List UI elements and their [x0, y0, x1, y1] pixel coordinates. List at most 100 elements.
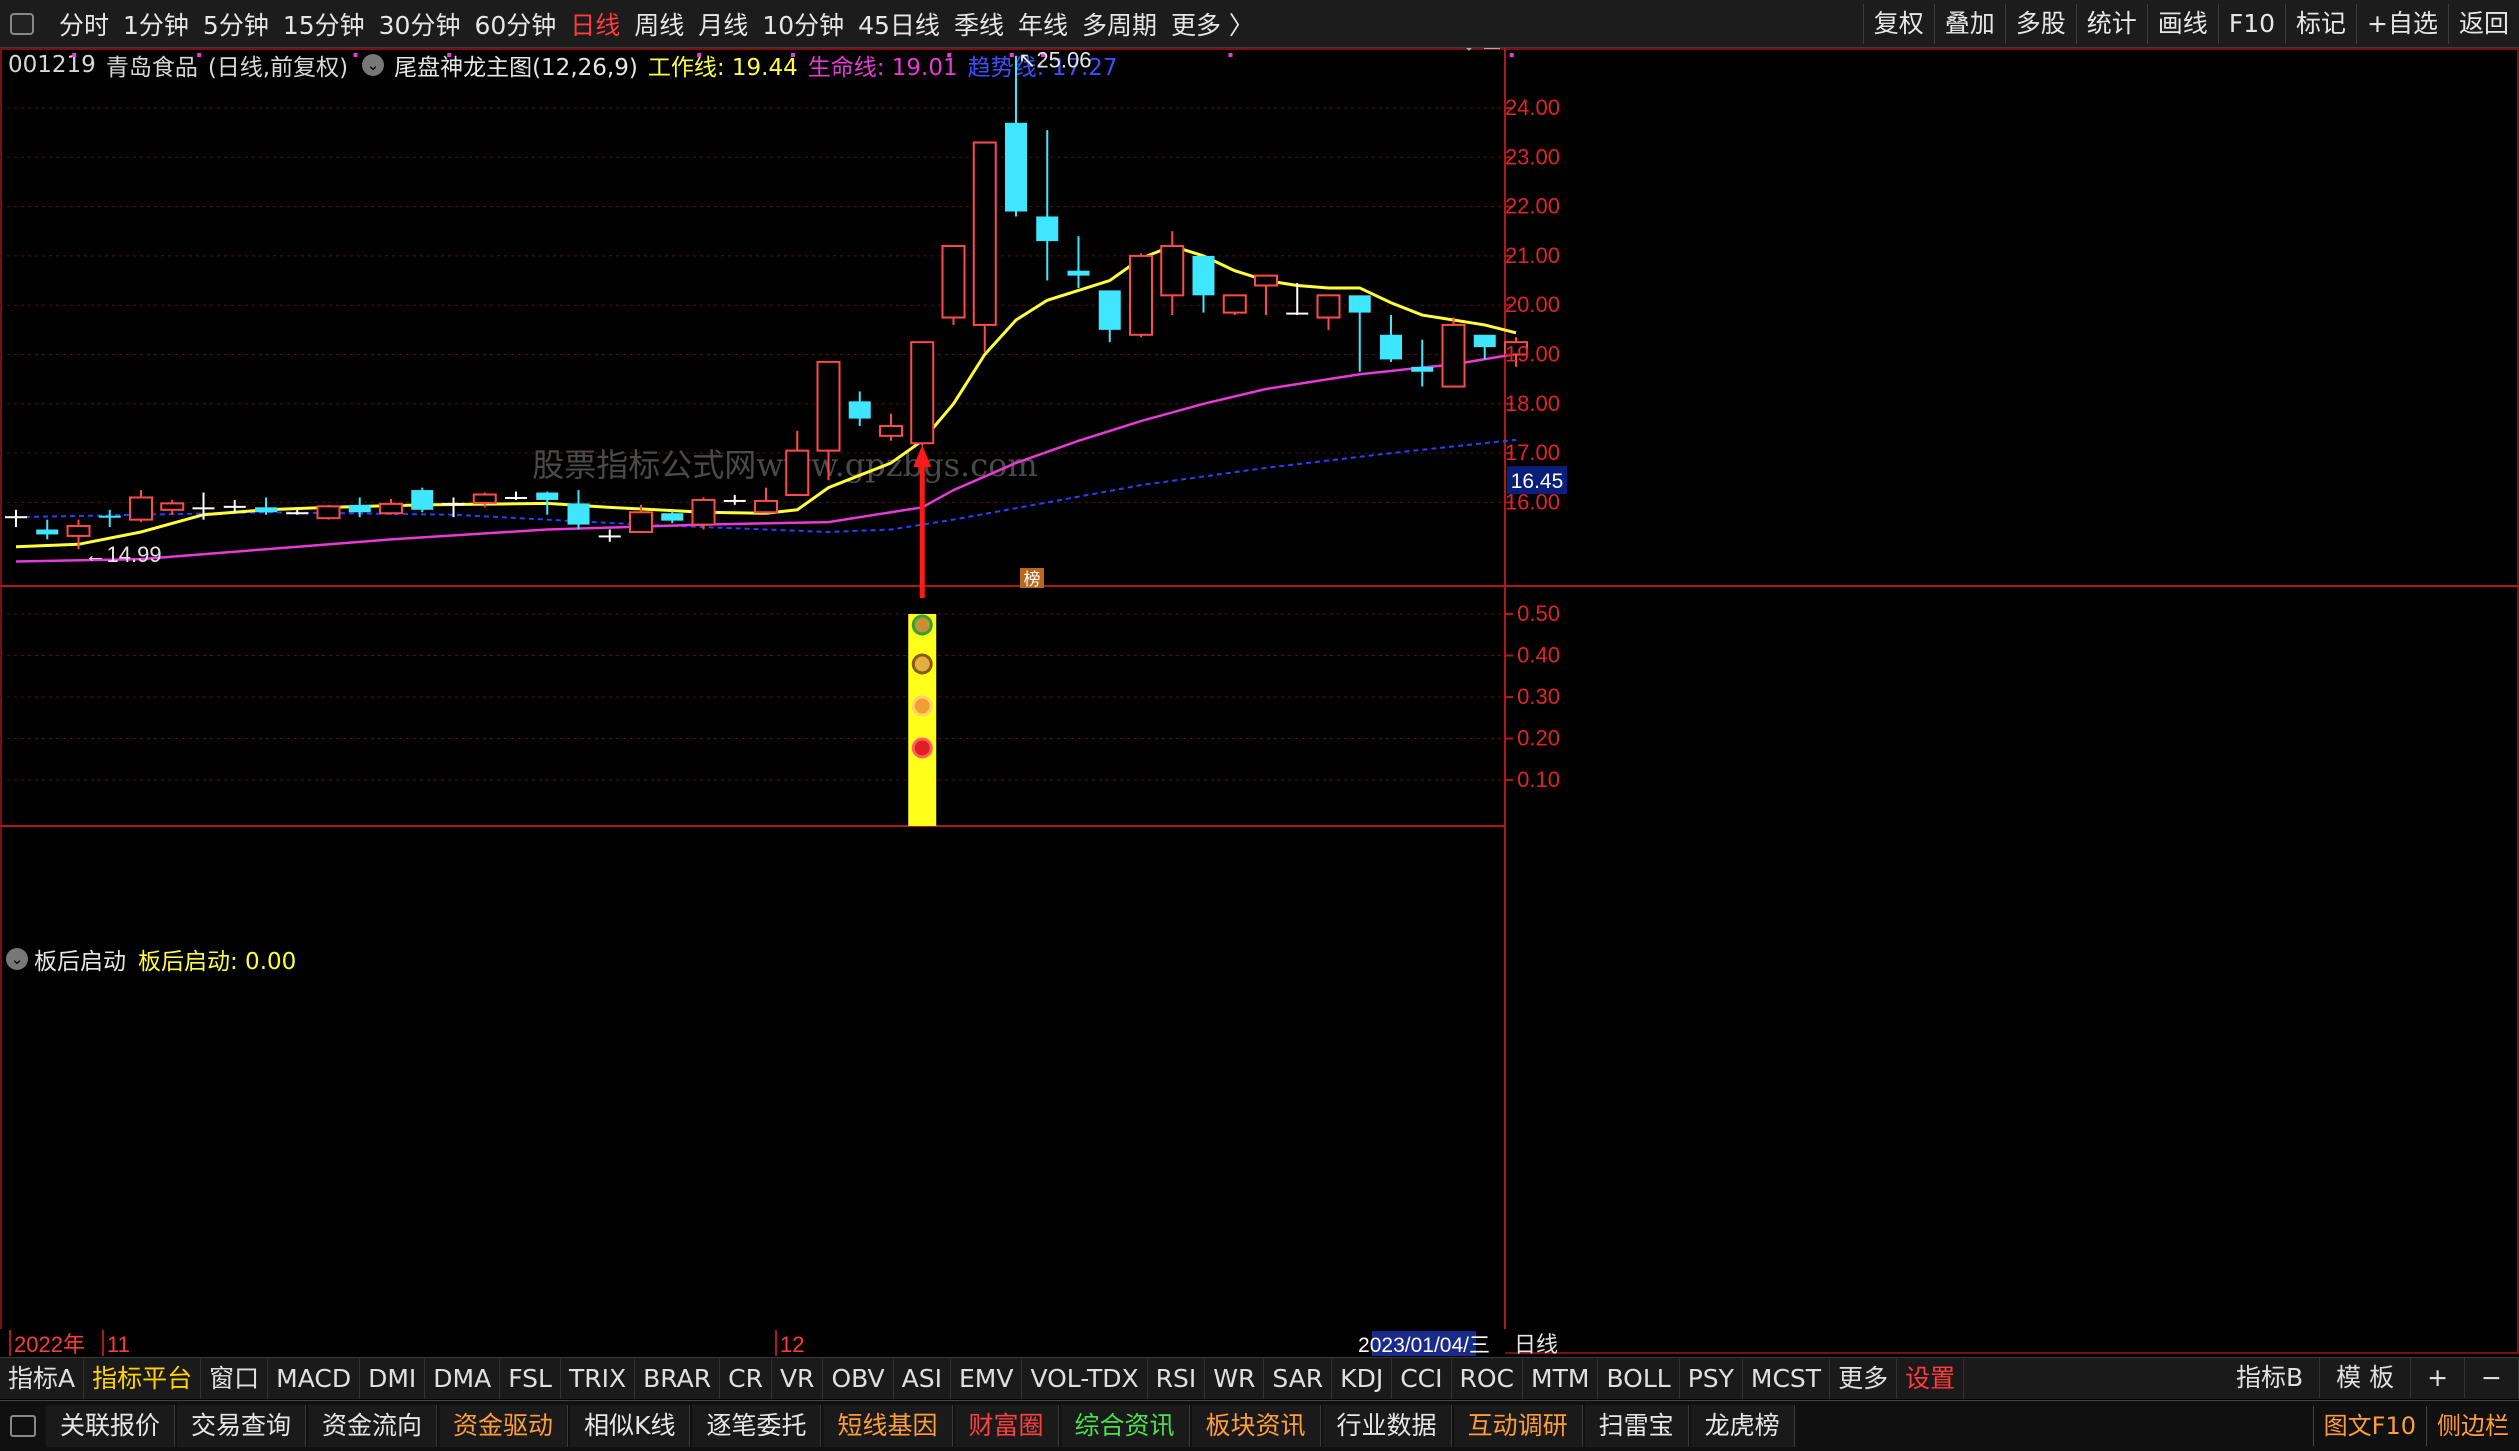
candle-body [1005, 122, 1027, 212]
indicator-tab[interactable]: SAR [1264, 1358, 1333, 1399]
sub-indicator-dropdown-icon[interactable]: ⌄ [6, 948, 28, 970]
signal-dot [947, 53, 952, 57]
indicator-tab[interactable]: KDJ [1332, 1358, 1393, 1399]
function-right-button[interactable]: 侧边栏 [2426, 1405, 2519, 1446]
tool-button[interactable]: 统计 [2075, 4, 2147, 44]
window-menu-icon[interactable] [10, 13, 34, 35]
indicator-tab[interactable]: FSL [500, 1358, 561, 1399]
panel-toggle-icon[interactable] [10, 1415, 36, 1437]
function-button[interactable]: 相似K线 [570, 1405, 691, 1447]
period-tab[interactable]: 多周期 [1075, 6, 1164, 42]
candle-body [1348, 295, 1371, 313]
candle-body [5, 516, 27, 519]
indicator-tab[interactable]: OBV [823, 1358, 894, 1399]
function-button[interactable]: 短线基因 [823, 1405, 953, 1447]
indicator-tab-right[interactable]: 模 板 [2320, 1358, 2412, 1398]
indicator-tab[interactable]: EMV [951, 1358, 1023, 1399]
candle-body [1254, 274, 1278, 287]
sub-indicator-label: ⌄ 板后启动 板后启动: 0.00 [6, 942, 296, 976]
function-button[interactable]: 板块资讯 [1191, 1405, 1321, 1447]
period-tab[interactable]: 年线 [1011, 6, 1075, 42]
tool-button[interactable]: 标记 [2285, 4, 2356, 44]
kline-chart[interactable]: 股票指标公式网www.gpzbgs.com ↖25.06←14.99榜 16.0… [0, 48, 2519, 1357]
period-tab[interactable]: 季线 [947, 6, 1011, 42]
tool-button[interactable]: 叠加 [1933, 4, 2005, 44]
tool-button[interactable]: F10 [2217, 4, 2285, 44]
watermark: 股票指标公式网www.gpzbgs.com [532, 446, 1037, 484]
candle-body [192, 507, 215, 510]
function-button[interactable]: 龙虎榜 [1690, 1405, 1795, 1447]
period-tab[interactable]: 日线 [563, 6, 627, 42]
function-button[interactable]: 交易查询 [177, 1405, 307, 1447]
indicator-tab[interactable]: DMA [425, 1358, 501, 1399]
price-tick-label: 17.00 [1505, 440, 1560, 465]
indicator-tab[interactable]: 更多 [1830, 1358, 1898, 1399]
function-button[interactable]: 逐笔委托 [692, 1405, 822, 1447]
period-tab[interactable]: 15分钟 [276, 6, 372, 42]
period-tabs: 分时 1分钟 5分钟 15分钟 30分钟 60分钟 日线 周线 月线 10分钟 45日线 季线 年线 多周… [0, 0, 1261, 48]
indicator-tab[interactable]: WR [1205, 1358, 1265, 1399]
candle-body [972, 141, 997, 326]
indicator-tab-right[interactable]: + [2411, 1358, 2466, 1398]
period-tab[interactable]: 周线 [627, 6, 691, 42]
function-right-button[interactable]: 图文F10 [2312, 1405, 2426, 1446]
sub-indicator-name[interactable]: 板后启动 [34, 942, 126, 976]
candle-body [98, 515, 121, 518]
chart-frame [0, 48, 2519, 1354]
function-button[interactable]: 综合资讯 [1060, 1405, 1190, 1447]
indicator-tab[interactable]: PSY [1680, 1358, 1743, 1399]
tool-button[interactable]: 画线 [2146, 4, 2218, 44]
indicator-tab[interactable]: MCST [1743, 1358, 1831, 1399]
candle-body [1473, 334, 1496, 348]
tool-button[interactable]: 多股 [2004, 4, 2076, 44]
function-button[interactable]: 资金驱动 [439, 1405, 569, 1447]
period-tab[interactable]: 月线 [691, 6, 755, 42]
function-button[interactable]: 关联报价 [46, 1405, 176, 1447]
period-tab[interactable]: 1分钟 [116, 6, 196, 42]
indicator-tab[interactable]: BOLL [1598, 1358, 1680, 1399]
period-tab[interactable]: 分时 [52, 6, 116, 42]
candle-body [442, 502, 465, 505]
period-tab[interactable]: 30分钟 [372, 6, 468, 42]
signal-dot [1228, 53, 1233, 57]
function-button[interactable]: 互动调研 [1453, 1405, 1583, 1447]
indicator-tab[interactable]: ASI [894, 1358, 951, 1399]
tool-button[interactable]: 返回 [2447, 4, 2519, 44]
indicator-tab[interactable]: TRIX [561, 1358, 636, 1399]
tool-button[interactable]: +自选 [2356, 4, 2448, 44]
indicator-tab-right[interactable]: 指标B [2220, 1358, 2321, 1398]
indicator-tab[interactable]: MACD [268, 1358, 361, 1399]
indicator-tab[interactable]: 窗口 [201, 1358, 269, 1399]
function-button[interactable]: 扫雷宝 [1584, 1405, 1689, 1447]
indicator-tab[interactable]: MTM [1523, 1358, 1599, 1399]
indicator-tabs-right: 指标B 模 板 + − [2220, 1357, 2519, 1399]
signal-dot [697, 53, 702, 57]
indicator-tab[interactable]: VR [772, 1358, 824, 1399]
period-tab[interactable]: 5分钟 [196, 6, 276, 42]
indicator-tab[interactable]: 指标平台 [84, 1358, 202, 1399]
period-tab[interactable]: 更多 〉 [1164, 6, 1261, 42]
function-button[interactable]: 资金流向 [308, 1405, 438, 1447]
indicator-tab-right[interactable]: − [2465, 1358, 2519, 1398]
indicator-tab[interactable]: 指标A [0, 1358, 85, 1399]
indicator-tab[interactable]: ROC [1452, 1358, 1524, 1399]
tool-button[interactable]: 复权 [1862, 4, 1934, 44]
period-tab[interactable]: 10分钟 [755, 6, 851, 42]
candle-body [1222, 294, 1247, 314]
function-button[interactable]: 财富圈 [954, 1405, 1059, 1447]
candle-body [941, 245, 966, 319]
function-button[interactable]: 行业数据 [1322, 1405, 1452, 1447]
indicator-tab[interactable]: BRAR [635, 1358, 721, 1399]
period-tab[interactable]: 60分钟 [467, 6, 563, 42]
candle-body [1098, 290, 1121, 330]
indicator-tab[interactable]: CCI [1392, 1358, 1452, 1399]
indicator-tab[interactable]: RSI [1148, 1358, 1206, 1399]
indicator-tab[interactable]: DMI [360, 1358, 426, 1399]
candle-body [1160, 245, 1185, 297]
indicator-tab[interactable]: VOL-TDX [1022, 1358, 1148, 1399]
candle-body [1036, 216, 1059, 242]
sub-tick-label: 0.10 [1517, 767, 1560, 792]
indicator-tab[interactable]: 设置 [1897, 1358, 1965, 1399]
period-tab[interactable]: 45日线 [851, 6, 947, 42]
indicator-tab[interactable]: CR [720, 1358, 772, 1399]
